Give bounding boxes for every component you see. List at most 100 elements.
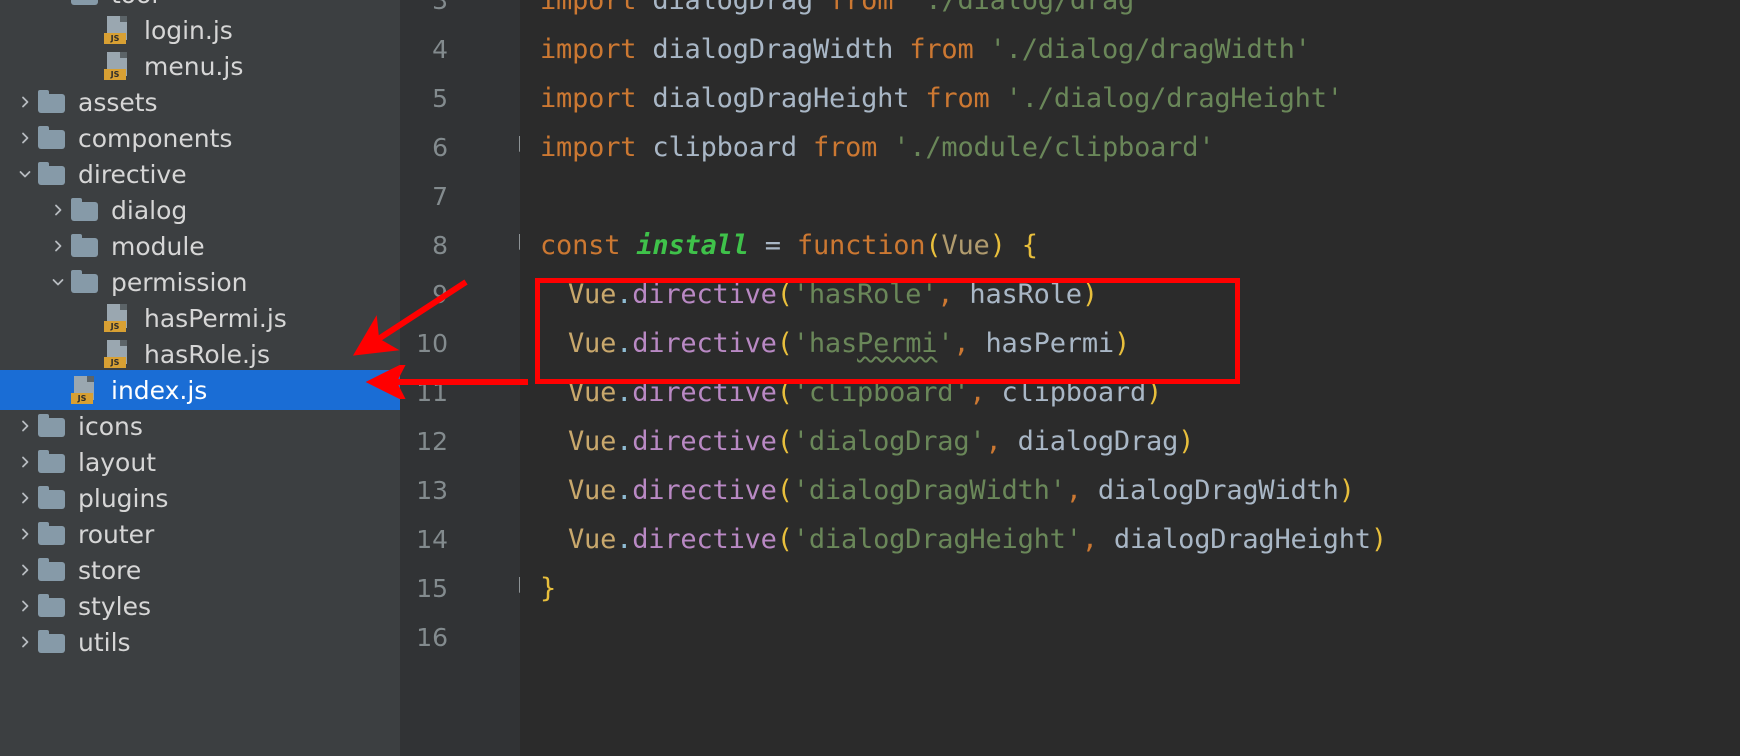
tree-item-icons[interactable]: icons <box>0 406 400 446</box>
tree-item-label: index.js <box>111 375 208 405</box>
tree-item-menu-js[interactable]: JS menu.js <box>0 46 400 86</box>
tree-item-label: layout <box>78 447 157 477</box>
chevron-right-icon[interactable] <box>12 490 38 506</box>
chevron-right-icon[interactable] <box>12 526 38 542</box>
javascript-file-icon: JS <box>104 52 134 80</box>
tree-item-label: utils <box>78 627 131 657</box>
tree-item-label: menu.js <box>144 51 244 81</box>
tree-item-dialog[interactable]: dialog <box>0 190 400 230</box>
tree-item-login-js[interactable]: JS login.js <box>0 10 400 50</box>
line-number: 6 <box>432 133 448 162</box>
code-line-11[interactable]: Vue.directive('clipboard', clipboard) <box>568 368 1162 417</box>
line-number: 7 <box>432 182 448 211</box>
chevron-right-icon[interactable] <box>12 598 38 614</box>
folder-icon <box>38 450 68 474</box>
folder-icon <box>71 0 101 6</box>
chevron-right-icon[interactable] <box>45 238 71 254</box>
folder-icon <box>71 234 101 258</box>
folder-icon <box>38 630 68 654</box>
code-line-14[interactable]: Vue.directive('dialogDragHeight', dialog… <box>568 515 1387 564</box>
javascript-file-icon: JS <box>104 16 134 44</box>
chevron-down-icon[interactable] <box>12 166 38 182</box>
folder-icon <box>38 414 68 438</box>
code-line-12[interactable]: Vue.directive('dialogDrag', dialogDrag) <box>568 417 1194 466</box>
line-number: 10 <box>416 329 448 358</box>
tree-item-label: login.js <box>144 15 233 45</box>
code-line-4[interactable]: import dialogDragWidth from './dialog/dr… <box>540 25 1311 74</box>
tree-item-directive[interactable]: directive <box>0 154 400 194</box>
tree-item-label: components <box>78 123 233 153</box>
tree-item-label: hasPermi.js <box>144 303 287 333</box>
line-number: 5 <box>432 84 448 113</box>
chevron-right-icon[interactable] <box>45 202 71 218</box>
tree-item-label: store <box>78 555 142 585</box>
tree-item-router[interactable]: router <box>0 514 400 554</box>
folder-icon <box>38 486 68 510</box>
code-line-8[interactable]: const install = function(Vue) { <box>540 221 1038 270</box>
line-number: 4 <box>432 35 448 64</box>
tree-item-haspermi-js[interactable]: JS hasPermi.js <box>0 298 400 338</box>
code-line-10[interactable]: Vue.directive('hasPermi', hasPermi) <box>568 319 1130 368</box>
folder-icon <box>38 558 68 582</box>
project-tree-panel[interactable]: tool JS login.js JS menu.js assets components d… <box>0 0 400 756</box>
code-content[interactable]: import dialogDrag from './dialog/drag' im… <box>520 0 1740 756</box>
line-number: 3 <box>432 0 448 15</box>
chevron-right-icon[interactable] <box>45 0 71 2</box>
line-number: 11 <box>416 378 448 407</box>
tree-item-label: hasRole.js <box>144 339 270 369</box>
code-line-6[interactable]: import clipboard from './module/clipboar… <box>540 123 1215 172</box>
folder-icon <box>38 90 68 114</box>
chevron-down-icon[interactable] <box>45 274 71 290</box>
tree-item-label: permission <box>111 267 248 297</box>
tree-item-label: router <box>78 519 155 549</box>
line-number: 14 <box>416 525 448 554</box>
tree-item-permission[interactable]: permission <box>0 262 400 302</box>
tree-item-label: icons <box>78 411 143 441</box>
tree-item-styles[interactable]: styles <box>0 586 400 626</box>
chevron-right-icon[interactable] <box>12 418 38 434</box>
tree-item-plugins[interactable]: plugins <box>0 478 400 518</box>
folder-icon <box>71 198 101 222</box>
folder-icon <box>71 270 101 294</box>
line-number: 8 <box>432 231 448 260</box>
folder-icon <box>38 594 68 618</box>
code-line-9[interactable]: Vue.directive('hasRole', hasRole) <box>568 270 1098 319</box>
tree-item-label: module <box>111 231 205 261</box>
tree-item-components[interactable]: components <box>0 118 400 158</box>
tree-item-label: styles <box>78 591 151 621</box>
line-number: 15 <box>416 574 448 603</box>
tree-item-store[interactable]: store <box>0 550 400 590</box>
chevron-right-icon[interactable] <box>12 562 38 578</box>
line-number: 13 <box>416 476 448 505</box>
folder-icon <box>38 162 68 186</box>
tree-item-label: dialog <box>111 195 188 225</box>
chevron-right-icon[interactable] <box>12 454 38 470</box>
code-line-3[interactable]: import dialogDrag from './dialog/drag' <box>540 0 1150 25</box>
tree-item-module[interactable]: module <box>0 226 400 266</box>
tree-item-index-js[interactable]: JS index.js <box>0 370 400 410</box>
line-number: 9 <box>432 280 448 309</box>
tree-item-label: directive <box>78 159 187 189</box>
code-editor[interactable]: 3 4 5 6 7 8 9 10 11 12 13 14 15 16 import dialogDrag … <box>400 0 1740 756</box>
folder-icon <box>38 126 68 150</box>
javascript-file-icon: JS <box>104 304 134 332</box>
folder-icon <box>38 522 68 546</box>
line-number: 12 <box>416 427 448 456</box>
ide-window: tool JS login.js JS menu.js assets components d… <box>0 0 1740 756</box>
editor-gutter[interactable]: 3 4 5 6 7 8 9 10 11 12 13 14 15 16 <box>400 0 520 756</box>
code-line-15[interactable]: } <box>540 564 556 613</box>
tree-item-assets[interactable]: assets <box>0 82 400 122</box>
tree-item-utils[interactable]: utils <box>0 622 400 662</box>
javascript-file-icon: JS <box>71 376 101 404</box>
line-number: 16 <box>416 623 448 652</box>
tree-item-label: tool <box>110 0 158 9</box>
tree-item-label: assets <box>78 87 158 117</box>
code-line-13[interactable]: Vue.directive('dialogDragWidth', dialogD… <box>568 466 1355 515</box>
chevron-right-icon[interactable] <box>12 130 38 146</box>
tree-item-hasrole-js[interactable]: JS hasRole.js <box>0 334 400 374</box>
chevron-right-icon[interactable] <box>12 94 38 110</box>
code-line-5[interactable]: import dialogDragHeight from './dialog/d… <box>540 74 1343 123</box>
chevron-right-icon[interactable] <box>12 634 38 650</box>
tree-item-layout[interactable]: layout <box>0 442 400 482</box>
javascript-file-icon: JS <box>104 340 134 368</box>
